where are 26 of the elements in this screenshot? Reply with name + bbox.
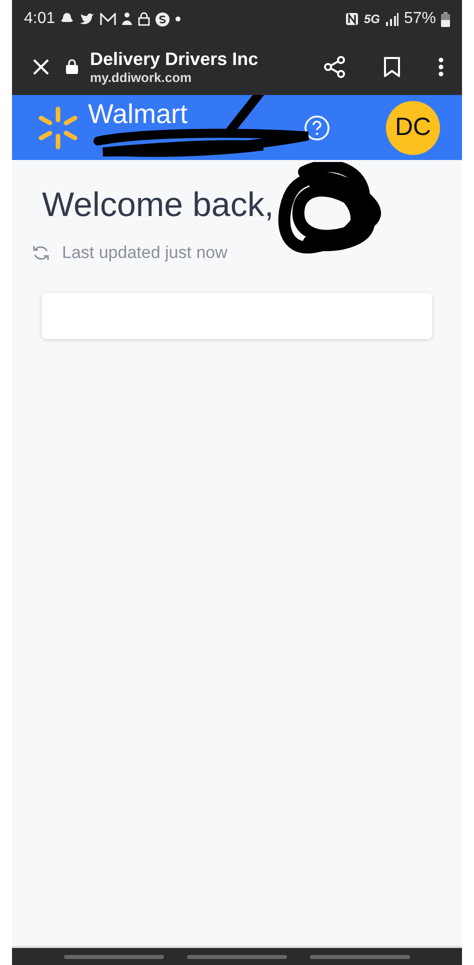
more-icon xyxy=(438,56,444,76)
coin-icon xyxy=(155,12,170,26)
lock-icon xyxy=(138,12,150,26)
dot-icon xyxy=(175,16,182,22)
battery-percent: 57% xyxy=(404,10,436,28)
nav-handle[interactable] xyxy=(186,954,287,958)
signal-icon xyxy=(384,12,399,26)
welcome-heading: Welcome back, xyxy=(42,186,275,225)
nav-handle[interactable] xyxy=(310,954,410,958)
battery-icon xyxy=(441,12,450,26)
brand-name: Walmart xyxy=(88,99,188,130)
clock-time: 4:01 xyxy=(24,10,56,28)
nfc-icon xyxy=(344,12,359,26)
figure-icon xyxy=(121,12,134,26)
nav-handle[interactable] xyxy=(64,954,164,958)
lock-icon xyxy=(66,59,78,74)
network-label: 5G xyxy=(364,12,380,26)
spark-logo-icon xyxy=(36,106,80,150)
bird-icon xyxy=(79,12,96,26)
user-avatar[interactable]: DC xyxy=(386,100,440,154)
page-url: my.ddiwork.com xyxy=(90,70,193,84)
help-button[interactable] xyxy=(304,114,330,140)
mail-icon xyxy=(100,12,116,26)
last-updated-text: Last updated just now xyxy=(62,243,228,263)
refresh-icon xyxy=(32,245,50,261)
page-title: Delivery Drivers Inc xyxy=(90,48,260,70)
